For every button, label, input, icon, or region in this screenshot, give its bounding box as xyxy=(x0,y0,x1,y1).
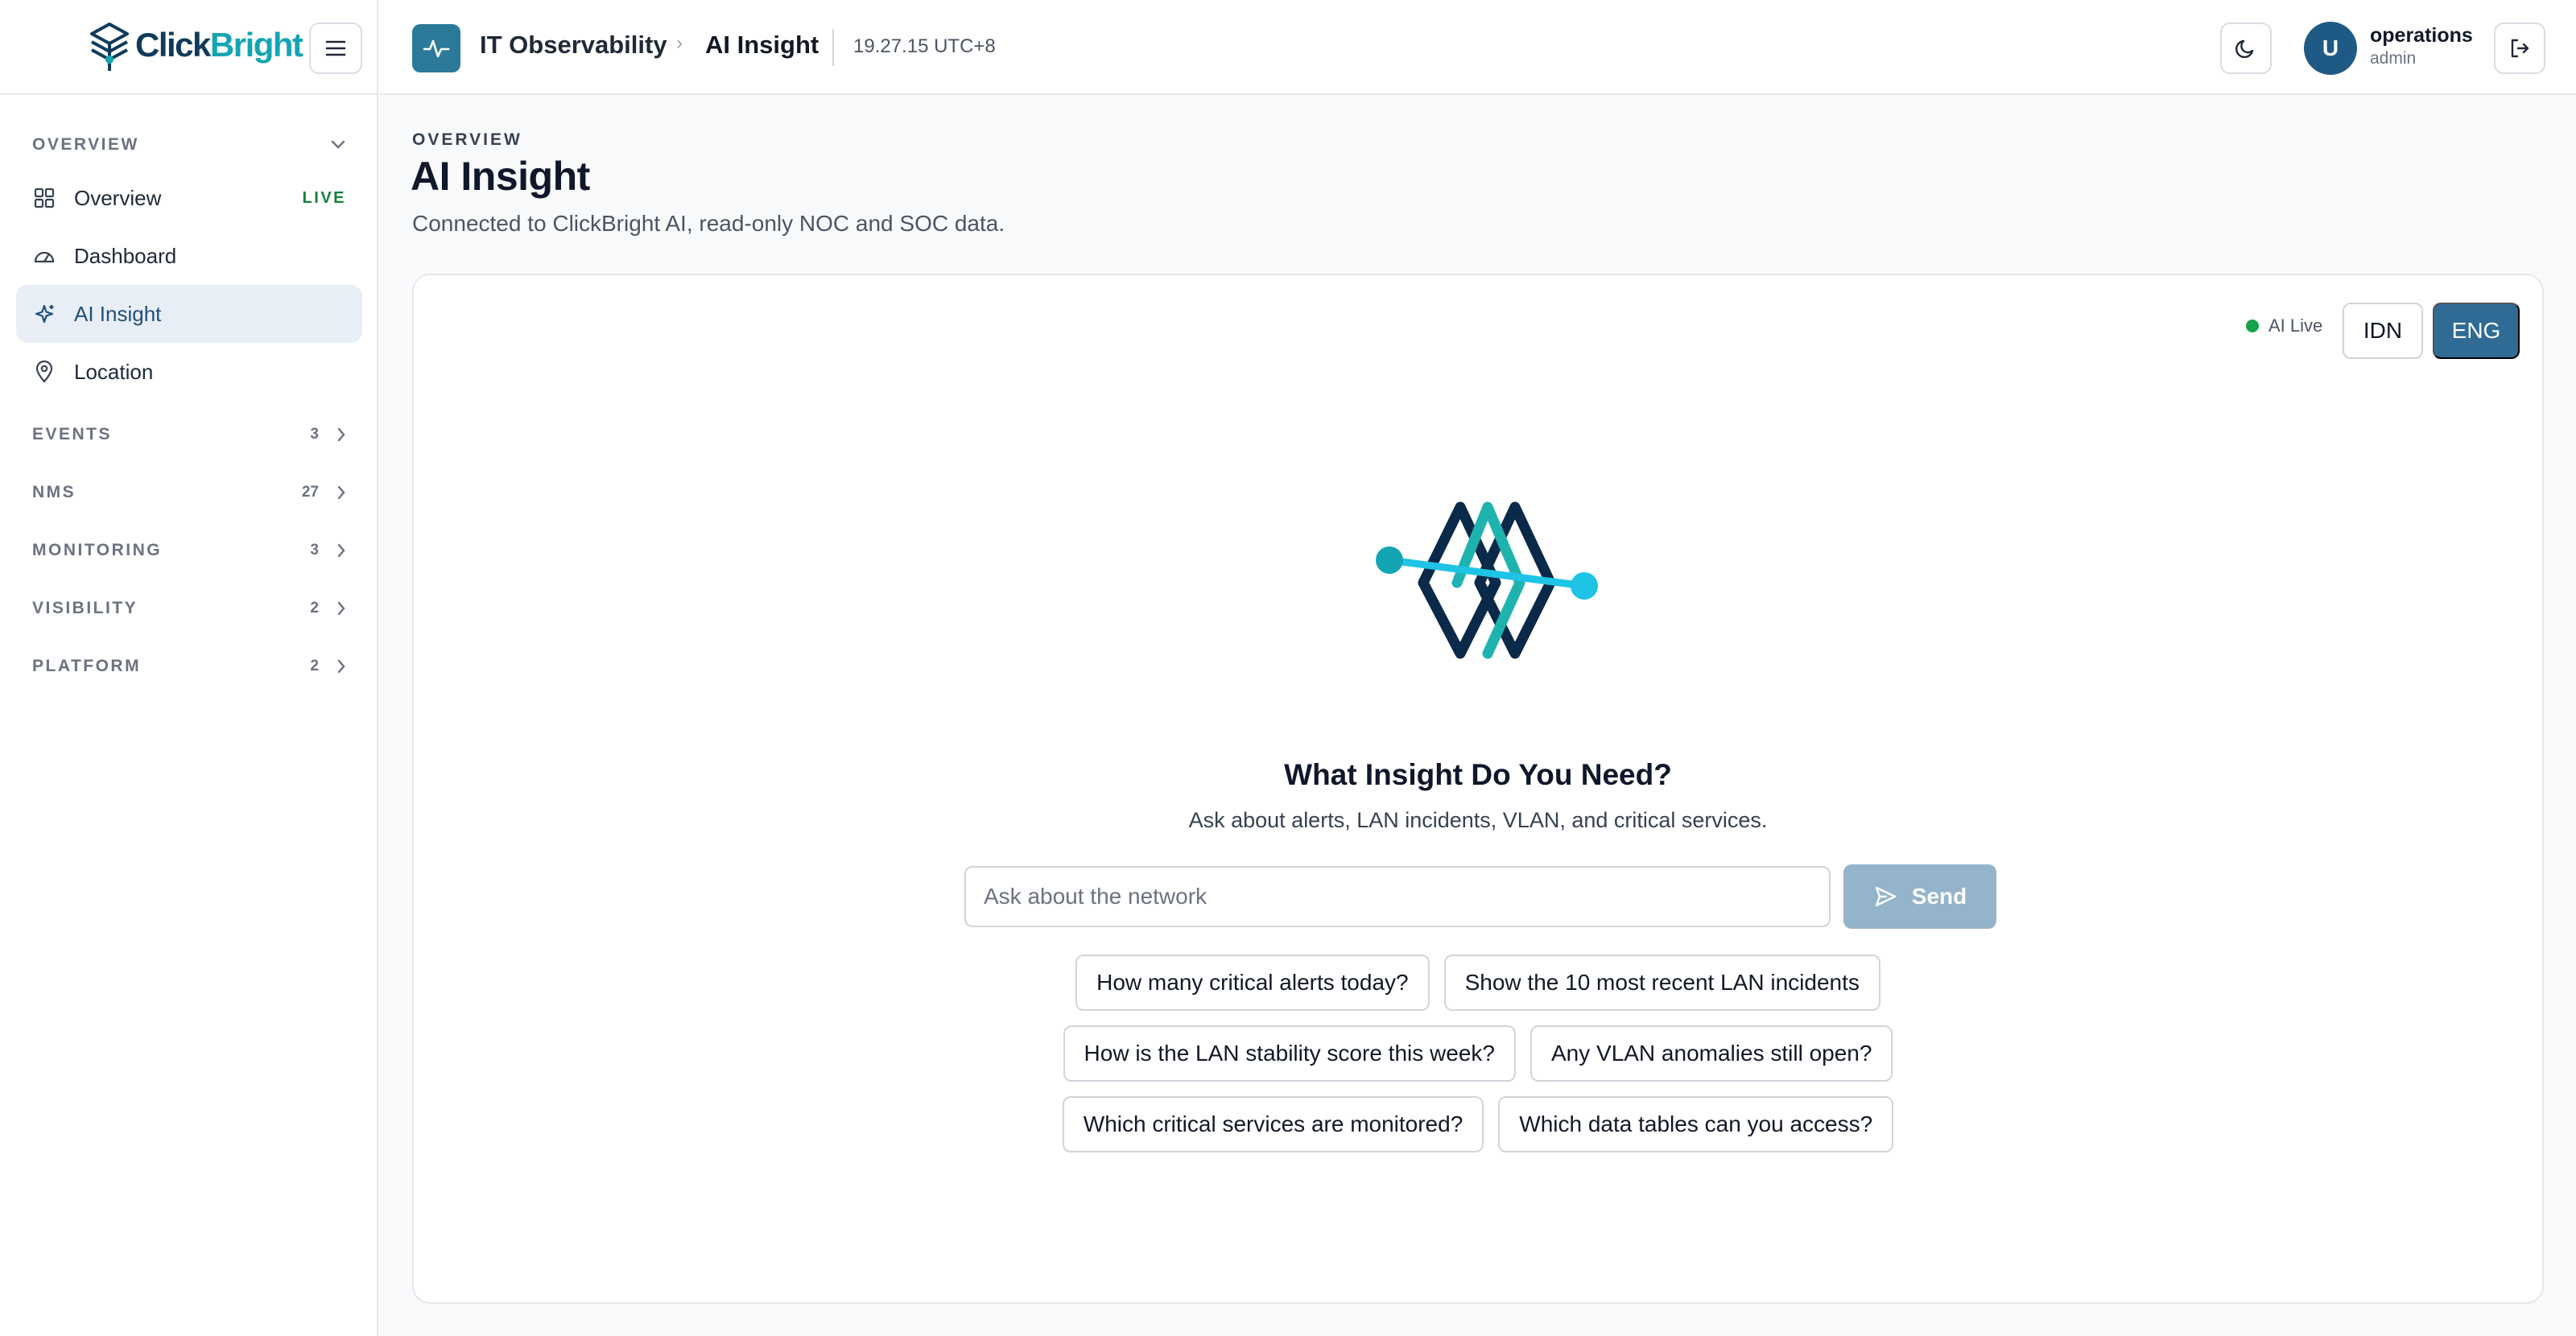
suggestion-chip[interactable]: Any VLAN anomalies still open? xyxy=(1530,1025,1893,1082)
pulse-icon xyxy=(412,24,460,72)
ai-insight-panel: AI Live IDN ENG What Insight Do You Need… xyxy=(412,274,2544,1304)
clickbright-logo-icon xyxy=(90,23,129,71)
chevron-right-icon xyxy=(337,427,345,442)
sidebar-nav: OVERVIEW Overview LIVE Dashboard AI Insi… xyxy=(16,121,362,691)
breadcrumb-separator: › xyxy=(676,32,683,54)
sidebar-item-overview[interactable]: Overview LIVE xyxy=(16,169,362,227)
sidebar-item-ai-insight[interactable]: AI Insight xyxy=(16,285,362,343)
suggestion-chip[interactable]: Which data tables can you access? xyxy=(1498,1096,1894,1153)
gauge-icon xyxy=(32,244,56,268)
sidebar-item-label: AI Insight xyxy=(74,301,162,326)
section-platform[interactable]: PLATFORM 2 xyxy=(16,642,362,691)
ai-logo-icon xyxy=(1376,501,1598,659)
map-pin-icon xyxy=(32,360,56,384)
chevron-right-icon xyxy=(337,485,345,500)
breadcrumb-current: AI Insight xyxy=(705,31,819,59)
sidebar-item-label: Location xyxy=(74,359,154,384)
section-count: 3 xyxy=(310,542,319,559)
chevron-right-icon xyxy=(337,543,345,558)
logout-icon xyxy=(2511,39,2529,58)
section-overview[interactable]: OVERVIEW xyxy=(16,121,362,169)
page-subtitle: Connected to ClickBright AI, read-only N… xyxy=(412,211,1005,236)
section-count: 2 xyxy=(310,658,319,674)
user-role: admin xyxy=(2370,49,2417,68)
sidebar-item-label: Overview xyxy=(74,185,162,210)
clock: 19.27.15 UTC+8 xyxy=(853,35,996,57)
logout-button[interactable] xyxy=(2494,23,2545,74)
sidebar-item-location[interactable]: Location xyxy=(16,343,362,401)
divider xyxy=(832,29,834,66)
user-name: operations xyxy=(2370,24,2473,47)
suggestion-chip[interactable]: Which critical services are monitored? xyxy=(1062,1096,1484,1153)
suggestion-chips: How many critical alerts today? Show the… xyxy=(414,955,2542,1167)
chevron-down-icon xyxy=(331,140,345,149)
ask-input[interactable] xyxy=(964,866,1831,927)
page-title: AI Insight xyxy=(411,154,590,199)
section-events[interactable]: EVENTS 3 xyxy=(16,410,362,459)
sidebar: ClickBright OVERVIEW Overview LIVE Dashb… xyxy=(0,0,378,1336)
suggestion-chip[interactable]: How is the LAN stability score this week… xyxy=(1063,1025,1516,1082)
section-nms[interactable]: NMS 27 xyxy=(16,468,362,517)
suggestion-chip[interactable]: Show the 10 most recent LAN incidents xyxy=(1443,955,1880,1011)
live-dot-icon xyxy=(2246,320,2259,332)
grid-icon xyxy=(32,186,56,210)
prompt-title: What Insight Do You Need? xyxy=(1284,758,1672,791)
theme-toggle-button[interactable] xyxy=(2220,23,2272,74)
chevron-right-icon xyxy=(337,601,345,616)
avatar[interactable]: U xyxy=(2304,22,2357,75)
sidebar-item-dashboard[interactable]: Dashboard xyxy=(16,227,362,285)
section-visibility[interactable]: VISIBILITY 2 xyxy=(16,584,362,633)
send-icon xyxy=(1875,886,1896,907)
live-badge: LIVE xyxy=(302,188,346,207)
prompt-subtitle: Ask about alerts, LAN incidents, VLAN, a… xyxy=(1188,808,1768,832)
section-count: 3 xyxy=(310,426,319,443)
top-bar: IT Observability › AI Insight 19.27.15 U… xyxy=(380,0,2576,95)
breadcrumb-app[interactable]: IT Observability xyxy=(480,31,667,60)
hamburger-icon xyxy=(325,40,346,56)
sparkle-icon xyxy=(32,302,56,326)
section-count: 27 xyxy=(301,484,319,501)
page-eyebrow: OVERVIEW xyxy=(412,130,522,149)
suggestion-chip[interactable]: How many critical alerts today? xyxy=(1075,955,1430,1011)
brand-bar: ClickBright xyxy=(0,0,378,95)
ai-live-status: AI Live xyxy=(2246,315,2322,336)
section-monitoring[interactable]: MONITORING 3 xyxy=(16,526,362,575)
moon-icon xyxy=(2235,39,2254,59)
brand-name: ClickBright xyxy=(135,26,303,64)
lang-eng-button[interactable]: ENG xyxy=(2433,303,2520,359)
send-button[interactable]: Send xyxy=(1843,864,1996,929)
menu-toggle-button[interactable] xyxy=(309,23,362,74)
section-count: 2 xyxy=(310,600,319,616)
sidebar-item-label: Dashboard xyxy=(74,243,177,268)
lang-idn-button[interactable]: IDN xyxy=(2343,303,2423,359)
chevron-right-icon xyxy=(337,659,345,674)
